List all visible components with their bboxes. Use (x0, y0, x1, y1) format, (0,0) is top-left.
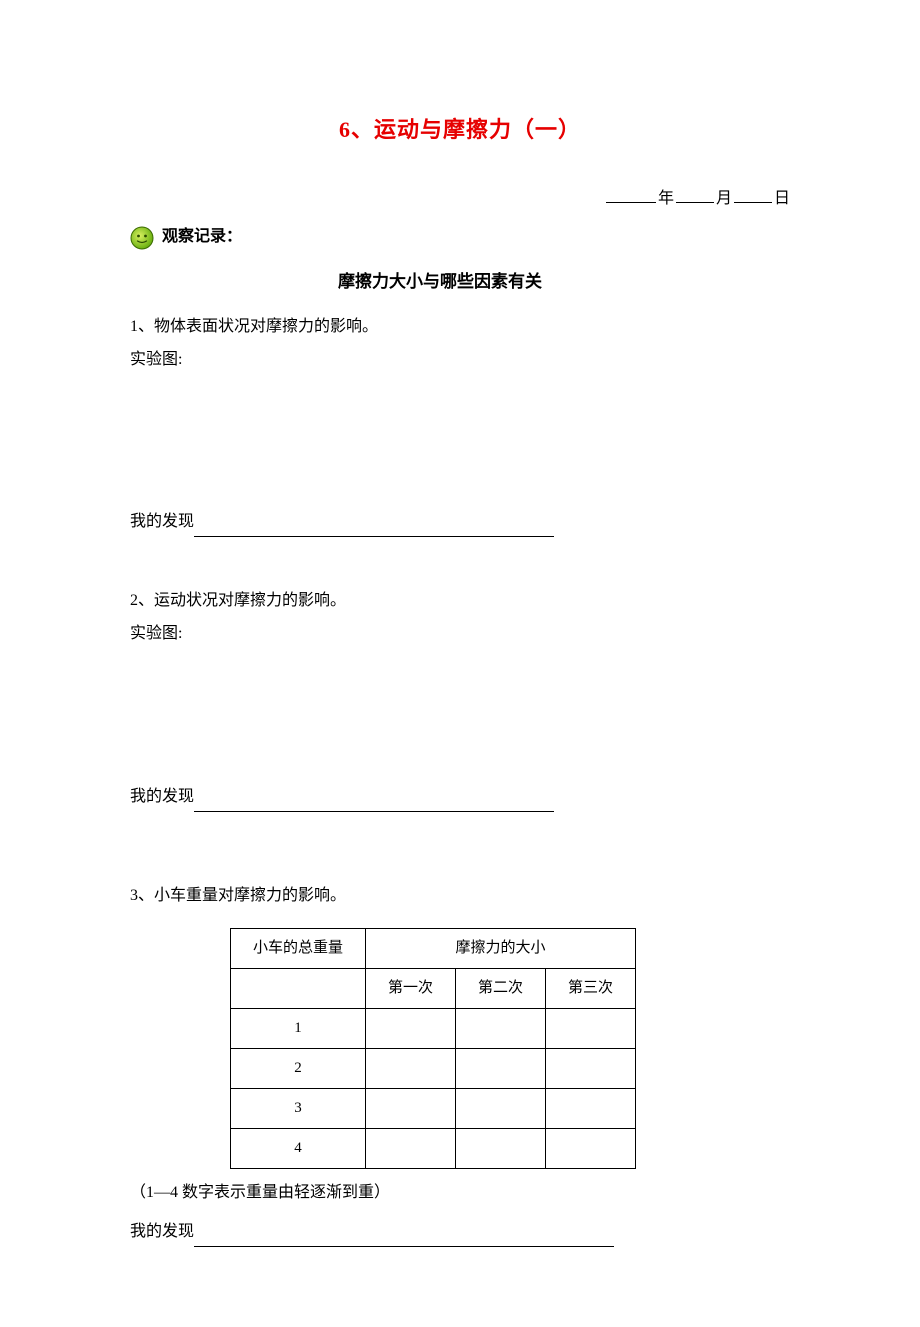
section2-finding: 我的发现 (130, 783, 790, 812)
section2-finding-prefix: 我的发现 (130, 788, 194, 805)
th-weight: 小车的总重量 (231, 929, 366, 969)
page-title: 6、运动与摩擦力（一） (130, 110, 790, 150)
cell-value[interactable] (546, 1009, 636, 1049)
section2-diagram-label: 实验图: (130, 620, 790, 649)
cell-weight: 3 (231, 1089, 366, 1129)
subtitle: 摩擦力大小与哪些因素有关 (90, 267, 790, 298)
section1-finding-blank[interactable] (194, 518, 554, 537)
cell-value[interactable] (456, 1089, 546, 1129)
th-sub3: 第三次 (546, 969, 636, 1009)
th-sub1: 第一次 (366, 969, 456, 1009)
cell-value[interactable] (366, 1089, 456, 1129)
section2-heading: 2、运动状况对摩擦力的影响。 (130, 587, 790, 616)
table-row: 第一次 第二次 第三次 (231, 969, 636, 1009)
table-row: 2 (231, 1049, 636, 1089)
year-suffix: 年 (658, 190, 674, 207)
date-row: 年月日 (130, 185, 790, 214)
cell-value[interactable] (546, 1089, 636, 1129)
cell-value[interactable] (366, 1129, 456, 1169)
section3-finding-prefix: 我的发现 (130, 1223, 194, 1240)
cell-value[interactable] (456, 1129, 546, 1169)
record-row: 观察记录： (130, 223, 790, 252)
cell-value[interactable] (456, 1009, 546, 1049)
table-row: 1 (231, 1009, 636, 1049)
table-row: 4 (231, 1129, 636, 1169)
cell-value[interactable] (366, 1009, 456, 1049)
month-blank[interactable] (676, 202, 714, 203)
friction-table: 小车的总重量 摩擦力的大小 第一次 第二次 第三次 1 2 3 4 (230, 928, 636, 1169)
th-friction: 摩擦力的大小 (366, 929, 636, 969)
section1-diagram-label: 实验图: (130, 346, 790, 375)
day-suffix: 日 (774, 190, 790, 207)
section3-note: （1—4 数字表示重量由轻逐渐到重） (130, 1179, 790, 1208)
table-row: 小车的总重量 摩擦力的大小 (231, 929, 636, 969)
section1-heading: 1、物体表面状况对摩擦力的影响。 (130, 313, 790, 342)
record-label: 观察记录： (162, 223, 242, 252)
month-suffix: 月 (716, 190, 732, 207)
section3-finding-blank[interactable] (194, 1228, 614, 1247)
cell-value[interactable] (546, 1049, 636, 1089)
cell-weight: 1 (231, 1009, 366, 1049)
cell-value[interactable] (456, 1049, 546, 1089)
th-sub2: 第二次 (456, 969, 546, 1009)
section3-heading: 3、小车重量对摩擦力的影响。 (130, 882, 790, 911)
section2-diagram-area (130, 653, 790, 783)
section2-finding-blank[interactable] (194, 792, 554, 811)
table-row: 3 (231, 1089, 636, 1129)
cell-value[interactable] (546, 1129, 636, 1169)
cell-weight: 2 (231, 1049, 366, 1089)
section3-finding: 我的发现 (130, 1218, 790, 1247)
cell-blank (231, 969, 366, 1009)
smiley-icon (130, 226, 154, 250)
section1-finding-prefix: 我的发现 (130, 513, 194, 530)
section1-diagram-area (130, 378, 790, 508)
cell-value[interactable] (366, 1049, 456, 1089)
section1-finding: 我的发现 (130, 508, 790, 537)
day-blank[interactable] (734, 202, 772, 203)
cell-weight: 4 (231, 1129, 366, 1169)
year-blank[interactable] (606, 202, 656, 203)
